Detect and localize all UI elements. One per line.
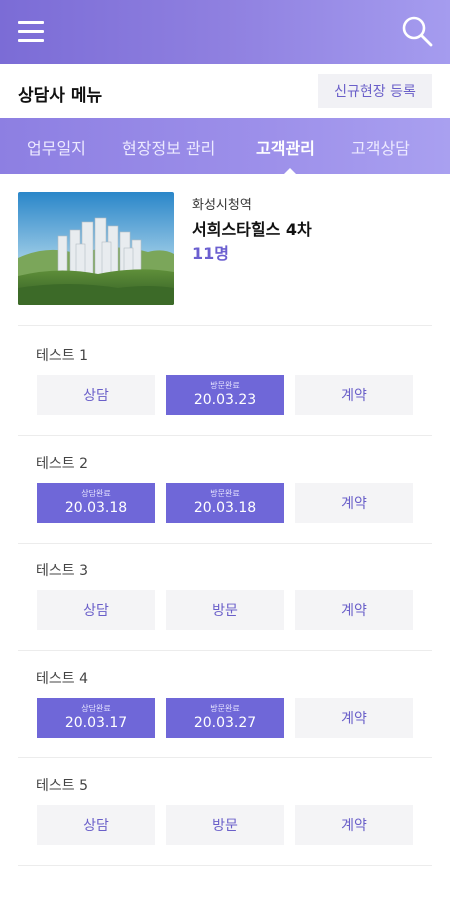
- tab-customer-management[interactable]: 고객관리: [256, 135, 315, 159]
- tab-bar: 업무일지 현장정보 관리 고객관리 고객상담: [0, 118, 450, 174]
- customer-name: 테스트 1: [36, 348, 88, 364]
- step-label: 방문: [212, 603, 238, 619]
- search-icon[interactable]: [400, 14, 434, 48]
- customer-name: 테스트 5: [36, 778, 88, 794]
- consult-step-button[interactable]: 상담: [37, 590, 155, 630]
- customer-name: 테스트 3: [36, 563, 88, 579]
- consult-step-button[interactable]: 상담완료 20.03.17: [37, 698, 155, 738]
- divider: [18, 865, 432, 866]
- step-label: 계약: [341, 818, 367, 834]
- customer-row: 테스트 3 상담 방문 계약: [0, 542, 450, 650]
- contract-step-button[interactable]: 계약: [295, 805, 413, 845]
- tab-customer-consult[interactable]: 고객상담: [351, 135, 410, 159]
- step-date: 20.03.17: [64, 715, 128, 731]
- step-date: 20.03.18: [193, 500, 257, 516]
- step-label: 방문완료: [210, 381, 240, 390]
- step-label: 상담완료: [81, 489, 111, 498]
- customer-row: 테스트 2 상담완료 20.03.18 방문완료 20.03.18 계약: [0, 435, 450, 543]
- step-label: 방문: [212, 818, 238, 834]
- consult-step-button[interactable]: 상담완료 20.03.18: [37, 483, 155, 523]
- step-date: 20.03.23: [193, 392, 257, 408]
- step-label: 방문완료: [210, 489, 240, 498]
- step-label: 계약: [341, 711, 367, 727]
- consult-step-button[interactable]: 상담: [37, 805, 155, 845]
- step-date: 20.03.18: [64, 500, 128, 516]
- step-label: 상담: [83, 818, 109, 834]
- visit-step-button[interactable]: 방문완료 20.03.18: [166, 483, 284, 523]
- step-label: 계약: [341, 388, 367, 404]
- customer-name: 테스트 2: [36, 456, 88, 472]
- customer-row: 테스트 5 상담 방문 계약: [0, 757, 450, 865]
- consult-step-button[interactable]: 상담: [37, 375, 155, 415]
- register-site-button[interactable]: 신규현장 등록: [318, 74, 432, 108]
- tab-work-log[interactable]: 업무일지: [27, 135, 86, 159]
- contract-step-button[interactable]: 계약: [295, 590, 413, 630]
- visit-step-button[interactable]: 방문완료 20.03.27: [166, 698, 284, 738]
- step-label: 상담: [83, 388, 109, 404]
- step-label: 상담: [83, 603, 109, 619]
- step-date: 20.03.27: [193, 715, 257, 731]
- contract-step-button[interactable]: 계약: [295, 375, 413, 415]
- page-title: 상담사 메뉴: [18, 86, 103, 106]
- step-label: 계약: [341, 496, 367, 512]
- visit-step-button[interactable]: 방문완료 20.03.23: [166, 375, 284, 415]
- step-label: 계약: [341, 603, 367, 619]
- site-card[interactable]: 화성시청역 서희스타힐스 4차 11명: [18, 192, 432, 307]
- site-name: 서희스타힐스 4차: [192, 220, 312, 239]
- customer-name: 테스트 4: [36, 671, 88, 687]
- contract-step-button[interactable]: 계약: [295, 698, 413, 738]
- divider: [18, 325, 432, 326]
- sub-header: 상담사 메뉴 신규현장 등록: [0, 64, 450, 118]
- active-tab-indicator: [284, 168, 296, 174]
- app-header: [0, 0, 450, 64]
- visit-step-button[interactable]: 방문: [166, 805, 284, 845]
- customer-row: 테스트 1 상담 방문완료 20.03.23 계약: [0, 327, 450, 435]
- tab-site-info[interactable]: 현장정보 관리: [122, 135, 215, 159]
- customer-count: 11명: [192, 244, 229, 263]
- step-label: 상담완료: [81, 704, 111, 713]
- hamburger-menu-icon[interactable]: [16, 18, 46, 46]
- customer-row: 테스트 4 상담완료 20.03.17 방문완료 20.03.27 계약: [0, 650, 450, 758]
- site-photo: [18, 192, 174, 305]
- visit-step-button[interactable]: 방문: [166, 590, 284, 630]
- site-region: 화성시청역: [192, 198, 252, 213]
- contract-step-button[interactable]: 계약: [295, 483, 413, 523]
- step-label: 방문완료: [210, 704, 240, 713]
